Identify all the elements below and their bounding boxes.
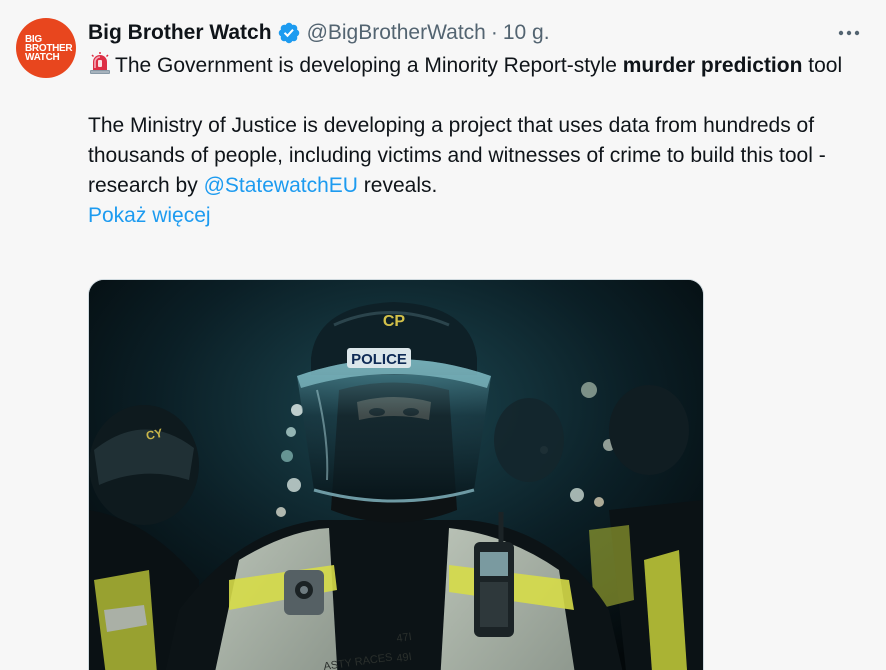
- tweet-text-part: The Government is developing a Minority …: [115, 54, 623, 77]
- timestamp[interactable]: 10 g.: [503, 21, 550, 45]
- tweet-text-part: The Ministry of Justice is developing a …: [88, 114, 826, 197]
- visor-label: POLICE: [351, 351, 407, 368]
- more-options-button[interactable]: [834, 20, 864, 46]
- display-name[interactable]: Big Brother Watch: [88, 21, 272, 45]
- tweet-text: The Government is developing a Minority …: [88, 51, 878, 231]
- tweet-text-part: reveals.: [357, 174, 438, 197]
- avatar[interactable]: BIG BROTHER WATCH: [16, 18, 76, 78]
- tweet-header: Big Brother Watch @BigBrotherWatch · 10 …: [88, 18, 550, 48]
- header-separator: ·: [490, 21, 498, 44]
- tweet-text-part: tool: [802, 54, 843, 77]
- show-more-link[interactable]: Pokaż więcej: [88, 201, 211, 231]
- tweet-text-bold: murder prediction: [622, 54, 803, 77]
- verified-badge-icon[interactable]: [277, 21, 301, 45]
- tweet-media-photo[interactable]: CY ASTY RACES 47I 49I CP POLICE: [88, 279, 704, 670]
- mention-link[interactable]: @StatewatchEU: [204, 174, 358, 197]
- more-horizontal-icon: [838, 30, 860, 36]
- avatar-text-line-3: WATCH: [25, 51, 60, 63]
- vest-text-3: 49I: [396, 651, 413, 665]
- helmet-badge: CP: [383, 313, 406, 330]
- vest-text-2: 47I: [396, 631, 413, 645]
- rotating-light-icon: [90, 52, 110, 74]
- handle[interactable]: @BigBrotherWatch: [307, 21, 486, 45]
- tweet-paragraph-2: The Ministry of Justice is developing a …: [88, 111, 878, 201]
- riot-police-photo: CY ASTY RACES 47I 49I CP POLICE: [89, 280, 703, 670]
- tweet[interactable]: BIG BROTHER WATCH Big Brother Watch @Big…: [0, 0, 886, 670]
- tweet-paragraph-1: The Government is developing a Minority …: [88, 51, 878, 81]
